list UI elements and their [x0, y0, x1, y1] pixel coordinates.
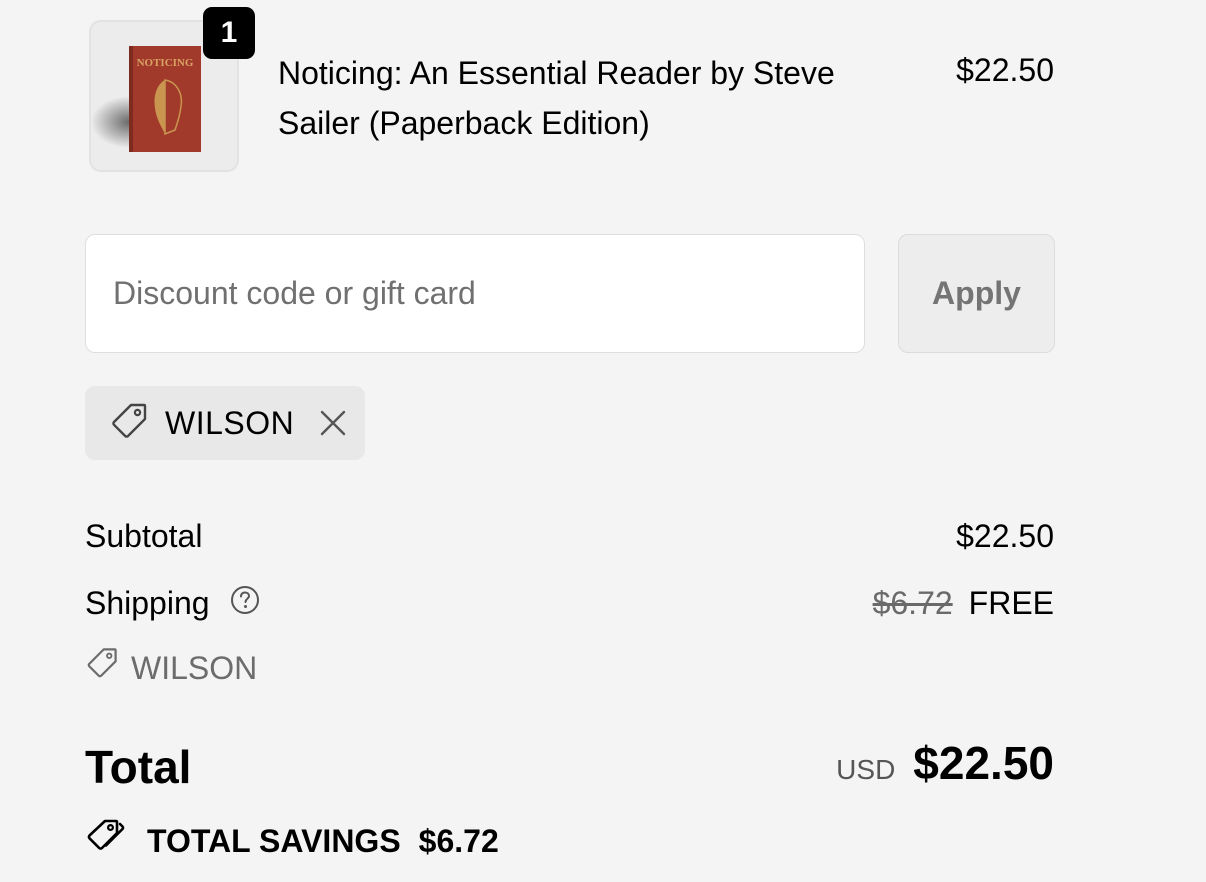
svg-text:NOTICING: NOTICING — [137, 57, 194, 69]
shipping-original-price: $6.72 — [872, 585, 953, 621]
total-savings-label: TOTAL SAVINGS — [147, 822, 401, 859]
shipping-value-group: $6.72 FREE — [873, 583, 1054, 623]
shipping-label: Shipping — [85, 585, 210, 621]
tag-icon — [109, 401, 149, 446]
help-icon[interactable] — [230, 584, 260, 624]
product-title: Noticing: An Essential Reader by Steve S… — [278, 55, 835, 141]
apply-button[interactable]: Apply — [898, 234, 1055, 353]
subtotal-label: Subtotal — [85, 518, 203, 554]
discount-code-input[interactable] — [85, 234, 865, 353]
total-savings: TOTAL SAVINGS $6.72 — [85, 815, 499, 866]
shipping-discount-code-label: WILSON — [131, 649, 258, 686]
remove-discount-button[interactable] — [316, 406, 350, 440]
tags-icon — [85, 815, 127, 866]
applied-discount-chip: WILSON — [85, 386, 365, 460]
total-value-group: USD $22.50 — [836, 736, 1054, 790]
total-label: Total — [85, 741, 192, 793]
total-amount: $22.50 — [913, 737, 1054, 789]
subtotal-value: $22.50 — [956, 518, 1054, 554]
shipping-row: Shipping — [85, 583, 260, 624]
applied-code-label: WILSON — [165, 404, 295, 441]
tag-icon — [85, 646, 119, 689]
product-price: $22.50 — [956, 52, 1054, 88]
quantity-badge: 1 — [203, 7, 255, 59]
shipping-discount-code: WILSON — [85, 646, 257, 689]
shipping-value: FREE — [968, 585, 1054, 621]
close-icon — [321, 410, 346, 436]
currency-code: USD — [836, 754, 896, 785]
total-savings-amount: $6.72 — [418, 822, 499, 859]
